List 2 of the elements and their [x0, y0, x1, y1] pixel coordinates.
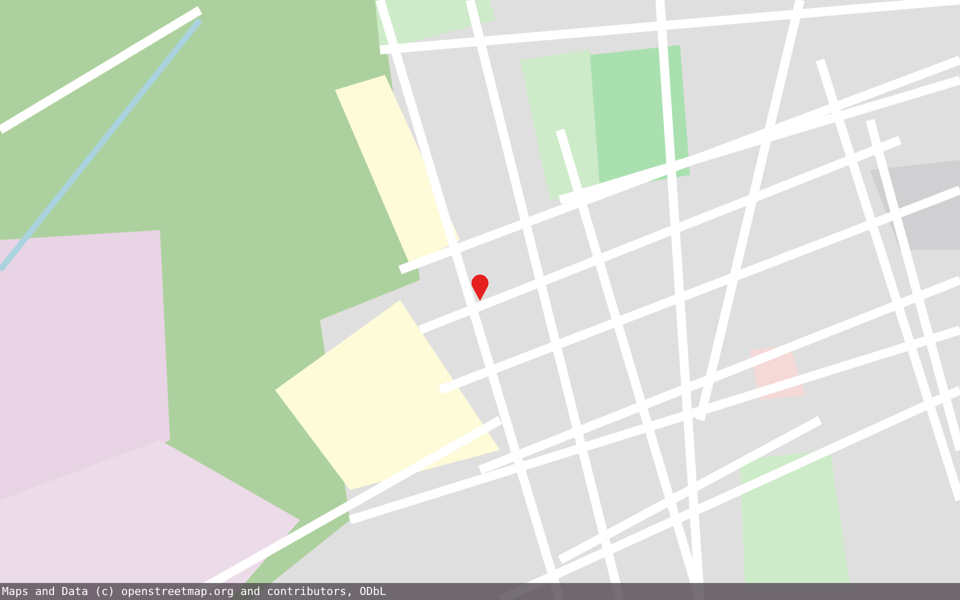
location-pin-icon	[470, 272, 490, 302]
attribution-text: Maps and Data (c) openstreetmap.org and contributors, ODbL	[1, 585, 386, 598]
